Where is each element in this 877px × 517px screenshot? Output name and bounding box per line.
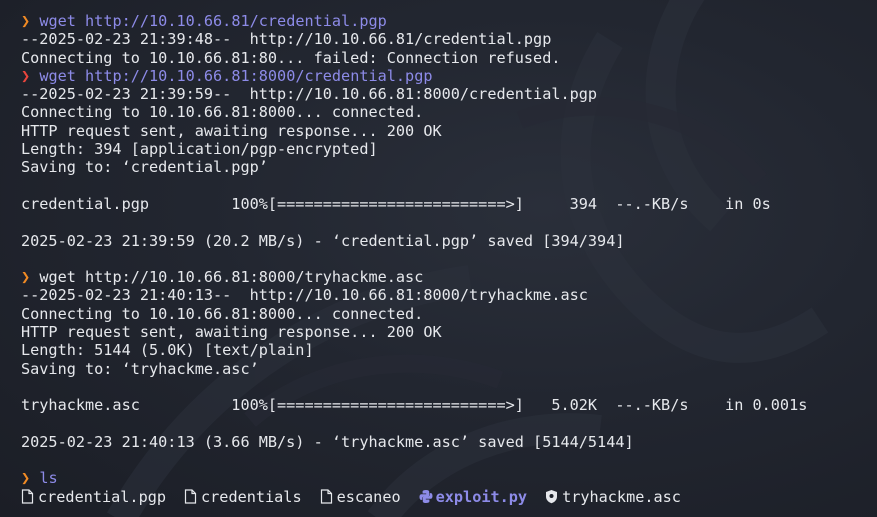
terminal-window[interactable]: ❯ wget http://10.10.66.81/credential.pgp…	[0, 0, 877, 517]
file-entry[interactable]: escaneo	[320, 488, 401, 506]
command-text: wget http://10.10.66.81:8000/credential.…	[39, 66, 433, 85]
command-line: ❯ wget http://10.10.66.81:8000/credentia…	[21, 67, 807, 85]
command-text: wget http://10.10.66.81/credential.pgp	[39, 12, 387, 30]
output-line: HTTP request sent, awaiting response... …	[21, 121, 442, 140]
command-line: ❯ wget http://10.10.66.81/credential.pgp	[21, 12, 807, 30]
output-line: --2025-02-23 21:40:13-- http://10.10.66.…	[21, 286, 588, 305]
prompt-chevron-icon: ❯	[21, 268, 31, 287]
output-line: credential.pgp 100%[====================…	[21, 194, 771, 213]
shield-icon	[545, 489, 558, 504]
output-line: --2025-02-23 21:39:48-- http://10.10.66.…	[21, 30, 552, 49]
prompt-chevron-icon: ❯	[21, 12, 31, 30]
command-text: ls	[39, 469, 58, 488]
file-icon	[21, 489, 34, 504]
output-line: --2025-02-23 21:39:59-- http://10.10.66.…	[21, 85, 598, 104]
file-name: tryhackme.asc	[562, 487, 681, 506]
output-line: 2025-02-23 21:40:13 (3.66 MB/s) - ‘tryha…	[21, 432, 634, 451]
output-line: HTTP request sent, awaiting response... …	[21, 323, 442, 342]
file-entry[interactable]: credentials	[184, 488, 302, 506]
output-line: Saving to: ‘credential.pgp’	[21, 158, 268, 177]
output-line: Length: 394 [application/pgp-encrypted]	[21, 140, 378, 159]
output-line: Connecting to 10.10.66.81:80... failed: …	[21, 48, 561, 67]
ls-output-row: credential.pgp credentials escaneo exploit.…	[21, 488, 807, 506]
output-line: Saving to: ‘tryhackme.asc’	[21, 359, 259, 378]
output-line: Length: 5144 (5.0K) [text/plain]	[21, 341, 314, 360]
file-entry[interactable]: credential.pgp	[21, 488, 166, 506]
file-name: credentials	[201, 487, 302, 506]
command-line: ❯ wget http://10.10.66.81:8000/tryhackme…	[21, 268, 807, 286]
output-line: tryhackme.asc 100%[=====================…	[21, 396, 808, 415]
command-line: ❯ ls	[21, 469, 807, 487]
output-line: Connecting to 10.10.66.81:8000... connec…	[21, 103, 424, 122]
prompt-chevron-icon: ❯	[21, 66, 31, 85]
file-name: credential.pgp	[38, 487, 167, 506]
python-icon	[419, 489, 433, 504]
file-name: exploit.py	[435, 487, 528, 506]
file-name: escaneo	[336, 487, 401, 506]
output-line: 2025-02-23 21:39:59 (20.2 MB/s) - ‘crede…	[21, 231, 625, 250]
file-entry[interactable]: exploit.py	[419, 488, 527, 506]
prompt-chevron-icon: ❯	[21, 469, 31, 488]
terminal-output: ❯ wget http://10.10.66.81/credential.pgp…	[21, 12, 807, 506]
file-icon	[320, 489, 333, 504]
file-icon	[184, 489, 197, 504]
file-entry[interactable]: tryhackme.asc	[545, 488, 681, 506]
output-line: Connecting to 10.10.66.81:8000... connec…	[21, 304, 424, 323]
command-text: wget http://10.10.66.81:8000/tryhackme.a…	[39, 268, 424, 287]
